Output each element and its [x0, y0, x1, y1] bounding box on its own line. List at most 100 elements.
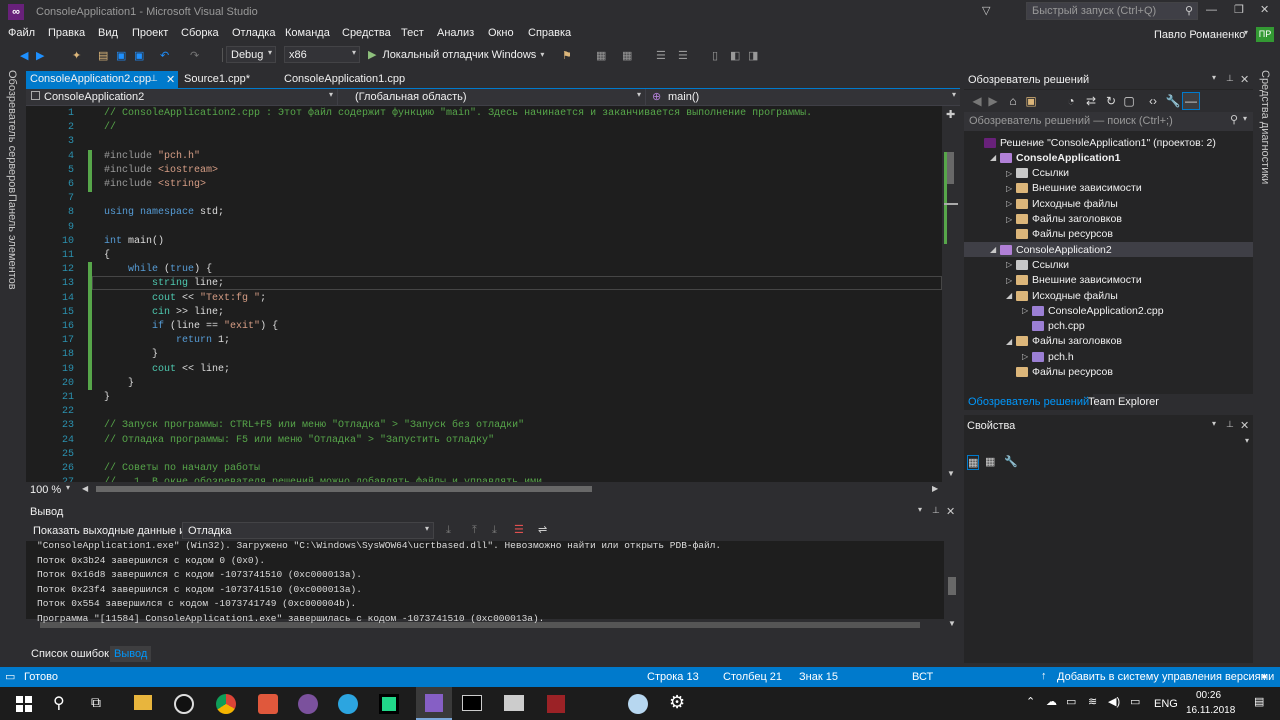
task-view-icon[interactable]: ⧉ [91, 694, 101, 711]
code-line[interactable]: #include "pch.h" [104, 151, 200, 162]
editor-vscrollbar[interactable]: ✚ ▼ [942, 106, 960, 482]
scroll-thumb[interactable] [948, 577, 956, 595]
solution-tree-item[interactable]: ▷ Исходные файлы [1006, 196, 1118, 211]
expand-arrow-icon[interactable]: ▷ [1022, 306, 1032, 315]
split-icon[interactable]: ✚ [946, 108, 955, 121]
chevron-up-icon[interactable]: ▴ [1262, 670, 1267, 681]
pin-icon[interactable]: ⊥ [150, 73, 158, 84]
status-insert-mode[interactable]: ВСТ [912, 671, 933, 683]
toolbox-tab[interactable]: Панель элементов [6, 194, 18, 290]
menu-file[interactable]: Файл [8, 27, 35, 39]
expand-arrow-icon[interactable]: ◢ [1006, 337, 1016, 346]
paint-icon[interactable] [628, 694, 648, 714]
outdent-icon[interactable]: ☰ [678, 47, 688, 63]
tab-consoleapplication1-cpp[interactable]: ConsoleApplication1.cpp [280, 71, 410, 89]
tab-error-list[interactable]: Список ошибок [31, 648, 109, 660]
solution-tree-item[interactable]: Файлы ресурсов [1006, 365, 1113, 380]
expand-arrow-icon[interactable]: ◢ [990, 245, 1000, 254]
code-line[interactable]: // ConsoleApplication2.cpp : Этот файл с… [104, 108, 812, 119]
scroll-left-icon[interactable]: ◀ [82, 484, 88, 493]
output-source-dropdown[interactable]: Отладка ▾ [182, 522, 434, 539]
display-icon[interactable]: ▭ [1130, 695, 1140, 708]
window-icon[interactable] [504, 695, 524, 711]
platform-dropdown[interactable]: x86 ▾ [284, 46, 360, 63]
solution-tree-item[interactable]: ▷ Файлы заголовков [1006, 212, 1122, 227]
bookmark-prev-icon[interactable]: ◧ [730, 47, 740, 63]
switch-views-icon[interactable]: ▣ [1022, 92, 1040, 110]
scroll-right-icon[interactable]: ▶ [932, 484, 938, 493]
new-project-icon[interactable]: ✦ [72, 47, 81, 63]
home-icon[interactable]: ⌂ [1004, 92, 1022, 110]
close-icon[interactable]: ✕ [1240, 419, 1249, 432]
upload-icon[interactable]: ↑ [1041, 670, 1047, 682]
history-icon[interactable]: ◔ [1062, 92, 1080, 110]
code-line[interactable]: while (true) { [104, 264, 212, 275]
hscroll-thumb[interactable] [96, 486, 592, 492]
forward-icon[interactable]: ▶ [984, 92, 1002, 110]
hot-reload-icon[interactable]: ⚑ [562, 47, 572, 63]
config-dropdown[interactable]: Debug ▾ [226, 46, 276, 63]
scroll-down-icon[interactable]: ▼ [948, 619, 956, 628]
user-caret-icon[interactable]: ▾ [1244, 28, 1248, 37]
expand-arrow-icon[interactable]: ▷ [1006, 276, 1016, 285]
categorized-icon[interactable]: ▦ [967, 455, 980, 470]
code-line[interactable]: return 1; [104, 335, 230, 346]
tab-source1-cpp[interactable]: Source1.cpp* [180, 71, 280, 89]
zoom-level[interactable]: 100 % [30, 484, 61, 496]
expand-arrow-icon[interactable]: ▷ [1006, 260, 1016, 269]
close-icon[interactable]: ✕ [1240, 73, 1249, 86]
solution-tree-item[interactable]: Файлы ресурсов [1006, 227, 1113, 242]
next-message-icon[interactable]: ⤓ [492, 524, 497, 537]
close-icon[interactable]: ✕ [946, 505, 955, 518]
expand-arrow-icon[interactable]: ▷ [1006, 215, 1016, 224]
chevron-down-icon[interactable]: ▾ [1212, 73, 1216, 82]
clock-time[interactable]: 00:26 [1196, 690, 1221, 701]
obs-icon[interactable] [174, 694, 194, 714]
menu-team[interactable]: Команда [285, 27, 330, 39]
menu-tools[interactable]: Средства [342, 27, 391, 39]
code-line[interactable]: } [104, 392, 110, 403]
server-explorer-tab[interactable]: Обозреватель серверов [6, 70, 18, 193]
sync-icon[interactable]: ⇄ [1082, 92, 1100, 110]
menu-debug[interactable]: Отладка [232, 27, 275, 39]
solution-tree-item[interactable]: ◢ Файлы заголовков [1006, 334, 1122, 349]
code-editor[interactable]: ✚ ▼ 1 // ConsoleApplication2.cpp : Этот ф… [26, 106, 960, 482]
code-line[interactable]: { [104, 250, 110, 261]
tab-output[interactable]: Вывод [110, 646, 152, 662]
tab-consoleapplication2-cpp[interactable]: ConsoleApplication2.cpp ⊥ ✕ [26, 71, 178, 89]
expand-arrow-icon[interactable]: ▷ [1022, 352, 1032, 361]
clock-date[interactable]: 16.11.2018 [1186, 705, 1235, 716]
solution-tree-item[interactable]: ▷ pch.h [1022, 349, 1074, 364]
prev-message-icon[interactable]: ⤒ [472, 524, 477, 537]
preview-icon[interactable]: — [1182, 92, 1200, 110]
chevron-down-icon[interactable]: ▾ [918, 505, 922, 514]
tab-team-explorer[interactable]: Team Explorer [1088, 396, 1159, 408]
wrench-icon[interactable]: 🔧 [1004, 455, 1018, 468]
scroll-thumb[interactable] [947, 152, 954, 184]
refresh-icon[interactable]: ↻ [1102, 92, 1120, 110]
menu-analyze[interactable]: Анализ [437, 27, 474, 39]
pycharm-icon[interactable] [379, 694, 399, 714]
close-icon[interactable]: ✕ [166, 73, 175, 86]
code-view-icon[interactable]: ‹› [1144, 92, 1162, 110]
go-to-message-icon[interactable]: ⤓ [446, 524, 451, 537]
menu-edit[interactable]: Правка [48, 27, 85, 39]
code-line[interactable]: } [104, 378, 134, 389]
solution-tree-item[interactable]: ▷ Внешние зависимости [1006, 273, 1142, 288]
save-icon[interactable]: ▣ [116, 47, 126, 63]
solution-tree-item[interactable]: ▷ ConsoleApplication2.cpp [1022, 303, 1164, 318]
code-line[interactable]: // Советы по началу работы [104, 463, 260, 474]
volume-icon[interactable]: ◀) [1108, 695, 1120, 708]
network-icon[interactable]: ☁ [1046, 695, 1057, 708]
minimize-button[interactable]: — [1206, 4, 1217, 16]
clear-all-icon[interactable]: ☰ [514, 523, 524, 536]
pin-icon[interactable]: ⊥ [1226, 419, 1234, 430]
wifi-icon[interactable]: ≋ [1088, 695, 1097, 708]
code-line[interactable]: #include <iostream> [104, 165, 218, 176]
word-wrap-icon[interactable]: ⇌ [538, 523, 547, 536]
restore-button[interactable]: ❐ [1234, 3, 1244, 16]
file-explorer-icon[interactable] [134, 695, 152, 710]
expand-arrow-icon[interactable]: ▷ [1006, 199, 1016, 208]
viber-icon[interactable] [298, 694, 318, 714]
output-text[interactable]: ▼ "ConsoleApplication1.exe" (Win32). Заг… [26, 541, 960, 631]
